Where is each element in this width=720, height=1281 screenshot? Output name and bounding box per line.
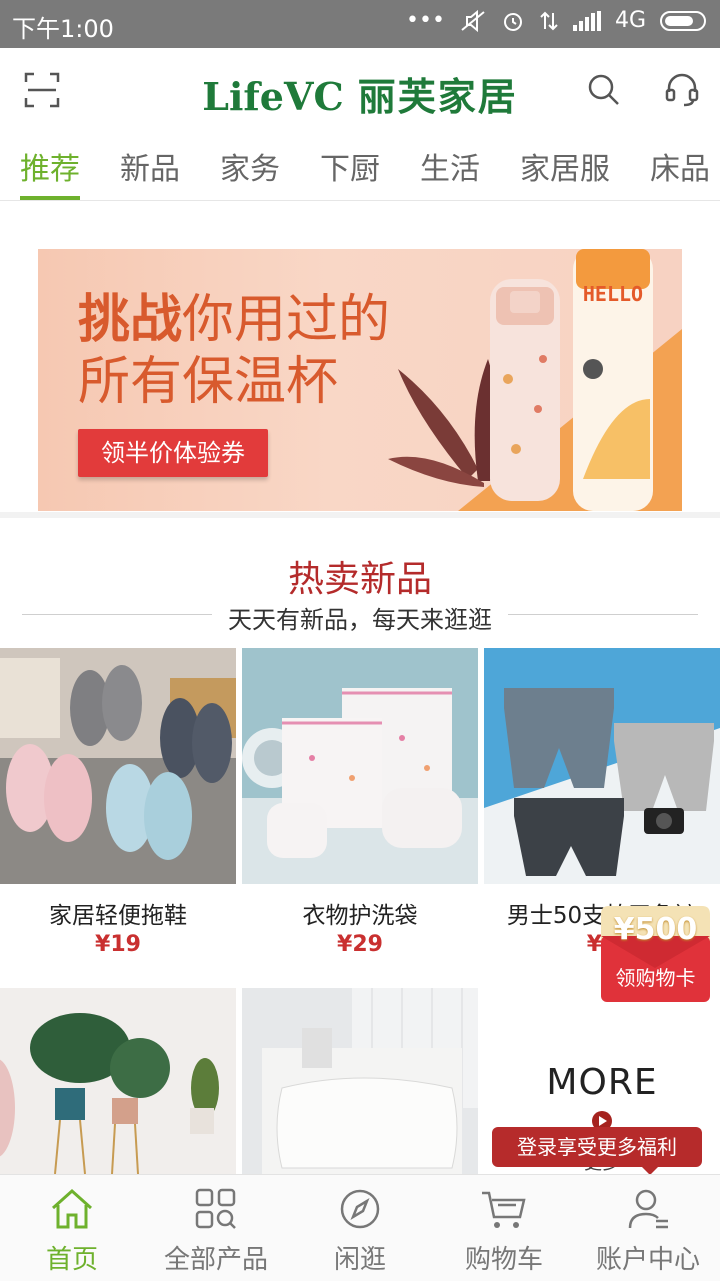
grid-icon: [195, 1188, 236, 1229]
more-dots-icon: •••: [406, 8, 445, 33]
nav-home[interactable]: 首页: [0, 1175, 144, 1281]
product-price: ¥19: [95, 932, 141, 957]
thermos-pink: [490, 279, 560, 501]
home-icon: [51, 1188, 93, 1229]
user-icon: [628, 1189, 668, 1229]
nav-account[interactable]: 账户中心: [576, 1175, 720, 1281]
data-arrows-icon: [540, 11, 558, 30]
battery-icon: [660, 10, 706, 31]
nav-home-label: 首页: [45, 1245, 98, 1275]
tab-recommend[interactable]: 推荐: [0, 132, 100, 200]
app-header: LifeVC 丽芙家居: [0, 48, 720, 132]
nav-account-label: 账户中心: [595, 1245, 700, 1275]
product-card-laundry-bag[interactable]: 衣物护洗袋 ¥29: [242, 648, 478, 957]
nav-cart-label: 购物车: [464, 1245, 543, 1275]
nav-all-products[interactable]: 全部产品: [144, 1175, 288, 1281]
badge-amount: ¥500: [613, 912, 698, 947]
product-card-plant-stand[interactable]: [0, 988, 236, 1174]
logo-cn: 丽芙家居: [357, 75, 518, 119]
tab-kitchen[interactable]: 下厨: [300, 132, 400, 200]
alarm-icon: [503, 12, 522, 31]
more-label: MORE: [546, 1062, 658, 1103]
product-card-slippers[interactable]: 家居轻便拖鞋 ¥19: [0, 648, 236, 957]
signal-icon: [572, 10, 601, 31]
network-type: 4G: [614, 8, 646, 33]
category-tabs: 推荐 新品 家务 下厨 生活 家居服 床品: [0, 132, 720, 201]
status-icons: ••• 4G: [406, 8, 706, 33]
product-image-pillow: [242, 988, 478, 1174]
section-subtitle: 天天有新品，每天来逛逛: [228, 606, 492, 634]
banner-line1-rest: 你用过的: [182, 290, 391, 350]
banner-area: HELLO 挑战你用过的 所有保温杯 领半价体验券: [0, 201, 720, 513]
banner-line1: 挑战你用过的: [78, 289, 390, 351]
tab-new[interactable]: 新品: [100, 132, 200, 200]
nav-all-products-label: 全部产品: [163, 1245, 268, 1275]
gift-card-badge[interactable]: ¥500 领购物卡: [601, 906, 710, 1002]
product-image-laundry-bag: [242, 648, 478, 884]
nav-cart[interactable]: 购物车: [432, 1175, 576, 1281]
compass-icon: [340, 1189, 380, 1229]
cart-icon: [482, 1191, 526, 1228]
badge-label: 领购物卡: [615, 966, 696, 990]
bottle-text: HELLO: [583, 282, 643, 306]
search-button[interactable]: [582, 68, 626, 112]
logo-en: LifeVC: [202, 74, 344, 119]
nav-explore-label: 闲逛: [333, 1245, 386, 1275]
product-name: 衣物护洗袋: [302, 903, 418, 929]
headset-icon: [665, 73, 699, 107]
thermos-orange: HELLO: [573, 249, 653, 511]
tab-housework[interactable]: 家务: [200, 132, 300, 200]
search-icon: [588, 74, 619, 105]
banner-headline: 挑战你用过的 所有保温杯: [78, 289, 390, 413]
product-image-slippers: [0, 648, 236, 884]
banner-line2: 所有保温杯: [78, 352, 339, 412]
section-title: 热卖新品: [287, 559, 432, 600]
product-image-plant-stand: [0, 988, 236, 1174]
section-divider: [0, 512, 720, 518]
status-time: 下午1:00: [12, 15, 114, 43]
bottom-nav: 首页 全部产品 闲逛 购物车 账户中心: [0, 1174, 720, 1281]
leaf-decoration: [388, 359, 499, 487]
status-bar: 下午1:00 ••• 4G: [0, 0, 720, 48]
tab-bedding[interactable]: 床品: [630, 132, 720, 200]
nav-explore[interactable]: 闲逛: [288, 1175, 432, 1281]
product-image-boxers: [484, 648, 720, 884]
login-tip[interactable]: 登录享受更多福利: [492, 1127, 702, 1175]
product-name: 家居轻便拖鞋: [49, 903, 187, 929]
tab-homewear[interactable]: 家居服: [500, 132, 630, 200]
banner-line1-bold: 挑战: [78, 290, 183, 350]
customer-service-button[interactable]: [660, 68, 704, 112]
product-price: ¥29: [337, 932, 383, 957]
coupon-button[interactable]: 领半价体验券: [78, 429, 268, 477]
tab-life[interactable]: 生活: [400, 132, 500, 200]
product-card-pillow[interactable]: [242, 988, 478, 1174]
mute-icon: [461, 9, 485, 32]
promo-banner[interactable]: HELLO 挑战你用过的 所有保温杯 领半价体验券: [38, 249, 682, 511]
